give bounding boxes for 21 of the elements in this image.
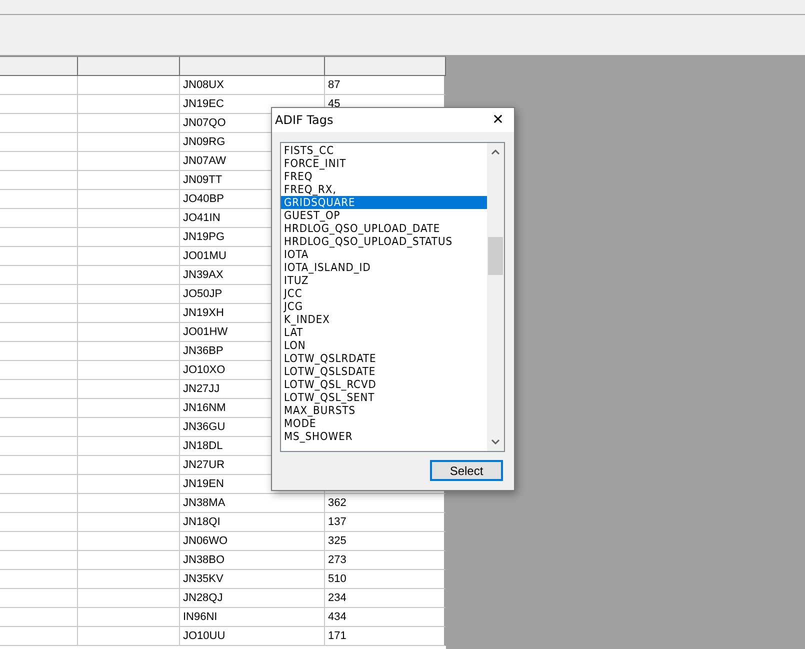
select-button[interactable]: Select — [430, 460, 503, 481]
scroll-down-icon[interactable] — [491, 439, 500, 445]
list-item[interactable]: GRIDSQUARE — [281, 196, 487, 209]
table-cell: JN06WO — [180, 532, 325, 551]
table-cell: IN96NI — [180, 608, 325, 627]
table-cell: JN38BO — [180, 551, 325, 570]
table-cell: JN28QJ — [180, 589, 325, 608]
column-header[interactable] — [325, 57, 446, 76]
tag-list[interactable] — [280, 142, 505, 452]
table-cell: JN35KV — [180, 570, 325, 589]
close-button[interactable]: ✕ — [482, 108, 514, 132]
table-cell: JO10UU — [180, 627, 325, 646]
table-cell: JN38MA — [180, 494, 325, 513]
column-header[interactable] — [0, 57, 78, 76]
table-cell: JN08UX — [180, 76, 325, 95]
column-header[interactable] — [78, 57, 180, 76]
scrollbar[interactable] — [487, 143, 504, 451]
column-header[interactable] — [180, 57, 325, 76]
scroll-up-icon[interactable] — [491, 149, 500, 155]
scroll-thumb[interactable] — [488, 237, 503, 275]
table-cell: JN18QI — [180, 513, 325, 532]
